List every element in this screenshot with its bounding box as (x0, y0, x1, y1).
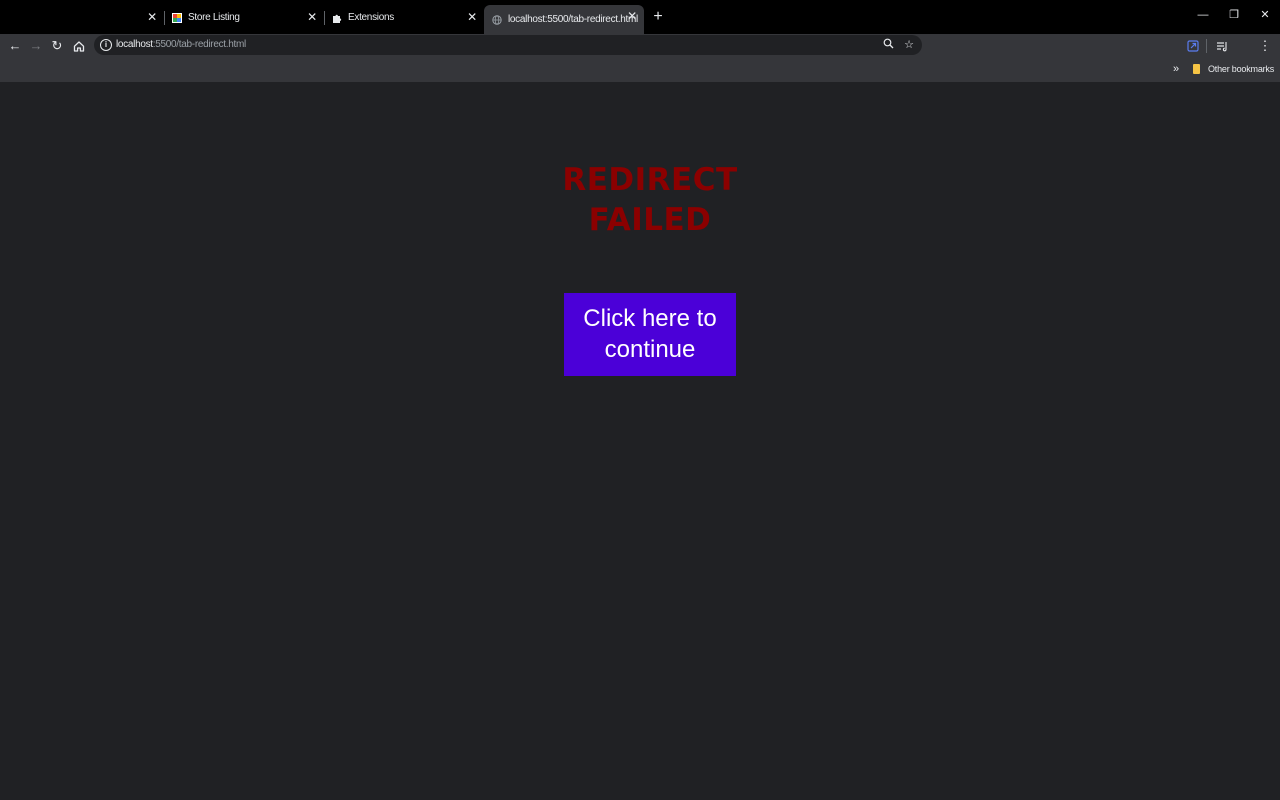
extension-action-icon[interactable] (1184, 37, 1202, 55)
forward-icon[interactable]: → (27, 37, 45, 55)
tab-title: localhost:5500/tab-redirect.html (508, 14, 638, 25)
puzzle-icon (332, 13, 342, 23)
tab-tab-redirect[interactable]: localhost:5500/tab-redirect.html ✕ (484, 5, 644, 34)
zoom-icon[interactable] (881, 38, 895, 52)
tab-extensions[interactable]: Extensions ✕ (332, 6, 484, 29)
restore-icon[interactable]: ❐ (1219, 6, 1249, 24)
store-icon (172, 12, 182, 23)
tab-strip: ✕ Store Listing ✕ Extensions ✕ localhost… (0, 0, 1280, 34)
tab-first[interactable]: ✕ (0, 6, 164, 29)
minimize-icon[interactable]: — (1188, 6, 1218, 24)
tab-title: Store Listing (188, 12, 240, 23)
browser-toolbar: ← → ↻ i localhost:5500/tab-redirect.html… (0, 34, 1280, 58)
toolbar-separator (1206, 39, 1207, 53)
tab-separator (324, 11, 325, 25)
reload-icon[interactable]: ↻ (48, 37, 66, 55)
close-tab-icon[interactable]: ✕ (626, 10, 638, 22)
page-content: REDIRECT FAILED Click here to continue (0, 82, 1280, 800)
other-bookmarks[interactable]: Other bookmarks (1193, 62, 1274, 76)
close-tab-icon[interactable]: ✕ (146, 11, 158, 23)
tab-separator (164, 11, 165, 25)
close-window-icon[interactable]: ✕ (1250, 6, 1280, 24)
globe-icon (492, 14, 502, 25)
bookmarks-overflow-icon[interactable]: » (1170, 62, 1182, 76)
back-icon[interactable]: ← (6, 37, 24, 55)
page-heading: REDIRECT FAILED (562, 162, 738, 238)
tab-title: Extensions (348, 12, 394, 23)
tab-store-listing[interactable]: Store Listing ✕ (172, 6, 324, 29)
close-tab-icon[interactable]: ✕ (306, 11, 318, 23)
folder-icon (1193, 64, 1200, 74)
address-bar[interactable]: i localhost:5500/tab-redirect.html ☆ (94, 35, 922, 55)
bookmark-star-icon[interactable]: ☆ (902, 38, 916, 52)
reading-list-icon[interactable] (1213, 37, 1231, 55)
url-text[interactable]: localhost:5500/tab-redirect.html (116, 38, 246, 52)
other-bookmarks-label: Other bookmarks (1208, 64, 1275, 74)
close-tab-icon[interactable]: ✕ (466, 11, 478, 23)
bookmarks-bar: » Other bookmarks (0, 58, 1280, 82)
new-tab-button[interactable]: + (650, 9, 666, 25)
continue-button[interactable]: Click here to continue (564, 293, 736, 376)
home-icon[interactable] (70, 37, 88, 55)
menu-kebab-icon[interactable]: ⋮ (1256, 37, 1274, 55)
site-info-icon[interactable]: i (100, 39, 112, 51)
